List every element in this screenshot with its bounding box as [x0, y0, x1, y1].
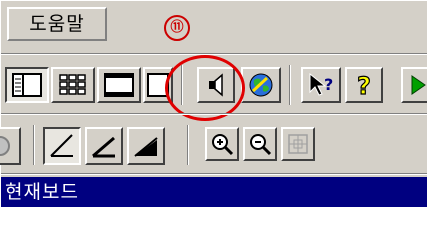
menu-separator: [1, 53, 427, 55]
toolbar-separator: [187, 125, 189, 165]
toolbar-separator: [289, 65, 291, 105]
play-button[interactable]: [401, 67, 427, 103]
menu-bar: 도움말 ⑪: [1, 1, 427, 53]
menu-help[interactable]: 도움말: [7, 7, 107, 41]
globe-icon: [249, 73, 273, 97]
zoom-out-button[interactable]: [243, 127, 277, 161]
whats-this-button[interactable]: ?: [301, 67, 341, 103]
draw-line-button[interactable]: [43, 127, 81, 165]
svg-text:?: ?: [357, 72, 371, 98]
grid-view-icon: [59, 74, 86, 95]
fit-button[interactable]: [281, 127, 315, 161]
board-content-area[interactable]: [1, 207, 427, 249]
toolbar-separator-horizontal: [1, 113, 427, 115]
draw-line-thick-icon: [92, 136, 115, 158]
help-icon: ?: [356, 72, 371, 98]
filmstrip-view-icon: [104, 73, 134, 97]
web-button[interactable]: [241, 67, 281, 103]
partial-circle-icon: [0, 136, 10, 156]
annotation-number-badge: ⑪: [164, 15, 190, 41]
draw-line-filled-button[interactable]: [127, 127, 165, 165]
whats-this-help-icon: ?: [309, 72, 333, 96]
application-window: 도움말 ⑪ ? ? 현재보드: [0, 0, 427, 249]
toolbar-separator: [33, 125, 35, 165]
fit-icon: [288, 134, 308, 154]
current-board-title-bar: 현재보드: [1, 177, 427, 207]
partial-tool-button[interactable]: [0, 127, 21, 165]
filmstrip-view-button[interactable]: [97, 67, 141, 103]
zoom-out-icon: [250, 134, 272, 156]
help-button[interactable]: ?: [345, 67, 383, 103]
grid-view-button[interactable]: [51, 67, 95, 103]
layout-split-view-icon: [12, 73, 42, 97]
draw-line-icon: [50, 134, 73, 157]
svg-text:?: ?: [324, 75, 333, 94]
toolbar-bottom-separator: [1, 173, 427, 175]
layout-split-button[interactable]: [5, 67, 49, 103]
play-icon: [411, 75, 426, 95]
draw-line-filled-icon: [134, 137, 158, 157]
draw-line-thick-button[interactable]: [85, 127, 123, 165]
zoom-in-button[interactable]: [205, 127, 239, 161]
zoom-in-icon: [212, 134, 234, 156]
highlight-annotation-circle: [165, 55, 245, 121]
